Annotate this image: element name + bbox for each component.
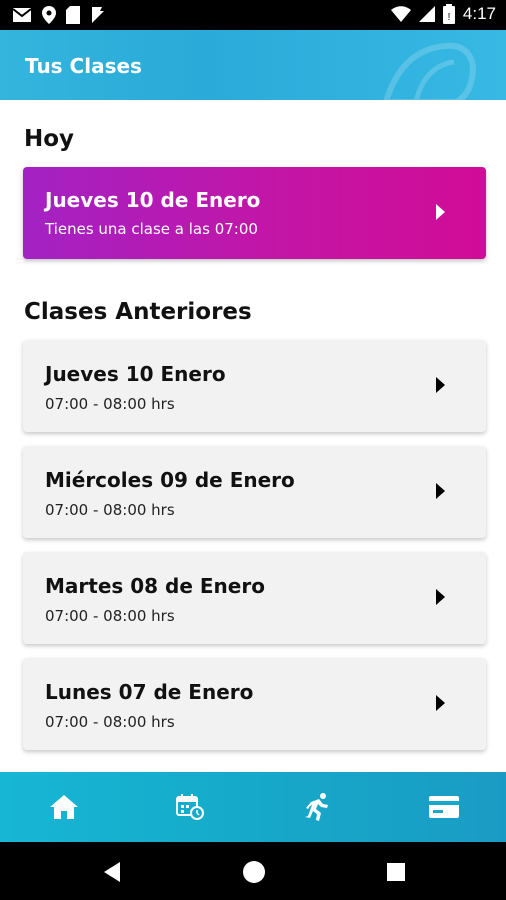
today-class-day: Jueves 10 de Enero xyxy=(45,188,261,212)
svg-text:!: ! xyxy=(448,12,451,23)
section-title-previous: Clases Anteriores xyxy=(24,299,252,325)
class-time: 07:00 - 08:00 hrs xyxy=(45,501,175,519)
chevron-right-icon xyxy=(436,377,445,393)
home-system-button[interactable] xyxy=(240,858,268,886)
wifi-icon xyxy=(390,6,411,22)
list-item[interactable]: Martes 08 de Enero 07:00 - 08:00 hrs xyxy=(23,552,486,644)
mail-icon xyxy=(12,8,32,22)
logo-watermark-icon xyxy=(383,42,476,100)
nav-card-button[interactable] xyxy=(424,790,464,824)
list-item[interactable]: Jueves 10 Enero 07:00 - 08:00 hrs xyxy=(23,340,486,432)
bottom-nav xyxy=(0,772,506,842)
circle-home-icon xyxy=(243,861,265,883)
class-day: Lunes 07 de Enero xyxy=(45,680,254,704)
chevron-right-icon xyxy=(436,695,445,711)
status-bar-right: ! 4:17 xyxy=(390,4,496,24)
nav-home-button[interactable] xyxy=(44,790,84,824)
back-button[interactable] xyxy=(98,858,126,886)
recents-button[interactable] xyxy=(382,858,410,886)
list-item[interactable]: Miércoles 09 de Enero 07:00 - 08:00 hrs xyxy=(23,446,486,538)
class-day: Jueves 10 Enero xyxy=(45,362,226,386)
chevron-right-icon xyxy=(436,483,445,499)
running-icon xyxy=(305,793,328,821)
section-title-today: Hoy xyxy=(24,126,75,152)
status-bar-left xyxy=(12,6,106,24)
chevron-right-icon xyxy=(436,589,445,605)
square-recents-icon xyxy=(387,863,405,881)
sim-icon xyxy=(66,6,80,24)
class-time: 07:00 - 08:00 hrs xyxy=(45,395,175,413)
status-time: 4:17 xyxy=(462,4,496,23)
list-item[interactable]: Lunes 07 de Enero 07:00 - 08:00 hrs xyxy=(23,658,486,750)
nav-calendar-button[interactable] xyxy=(170,790,210,824)
location-icon xyxy=(42,6,56,24)
page-title: Tus Clases xyxy=(25,54,142,78)
class-time: 07:00 - 08:00 hrs xyxy=(45,713,175,731)
today-class-subtitle: Tienes una clase a las 07:00 xyxy=(45,220,258,238)
calendar-clock-icon xyxy=(176,794,204,820)
nav-activity-button[interactable] xyxy=(298,790,338,824)
battery-icon: ! xyxy=(442,4,455,24)
card-icon xyxy=(429,796,459,818)
notification-icon xyxy=(92,7,104,23)
signal-icon xyxy=(418,6,435,22)
chevron-right-icon xyxy=(436,204,445,220)
class-day: Miércoles 09 de Enero xyxy=(45,468,295,492)
home-icon xyxy=(50,795,78,819)
app-bar: Tus Clases xyxy=(0,30,506,100)
status-bar: ! 4:17 xyxy=(0,0,506,30)
system-nav-bar xyxy=(0,842,506,900)
today-class-card[interactable]: Jueves 10 de Enero Tienes una clase a la… xyxy=(23,167,486,259)
class-time: 07:00 - 08:00 hrs xyxy=(45,607,175,625)
back-icon xyxy=(104,862,120,882)
class-day: Martes 08 de Enero xyxy=(45,574,265,598)
